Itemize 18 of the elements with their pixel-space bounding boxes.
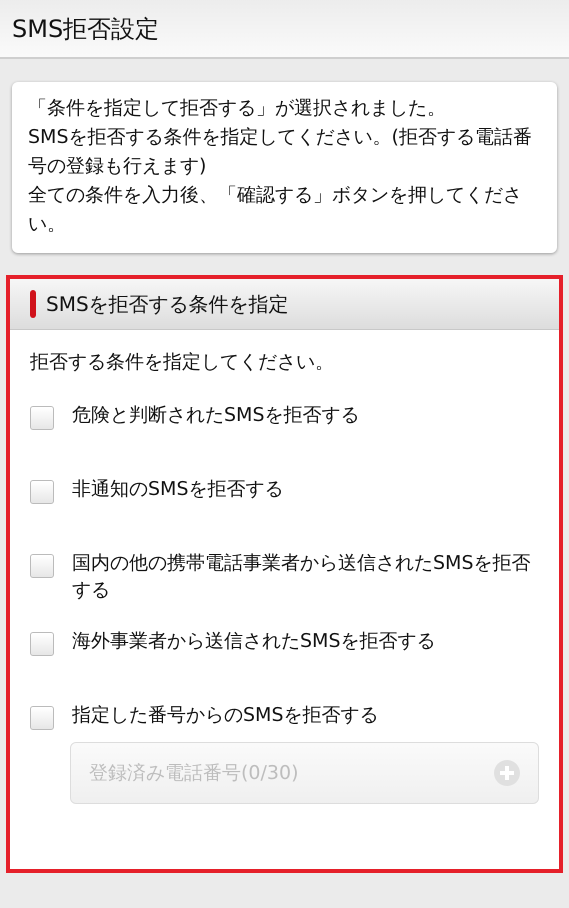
notice-text: 「条件を指定して拒否する」が選択されました。 [28, 96, 447, 121]
checkbox[interactable] [30, 632, 54, 656]
page-title: SMS拒否設定 [12, 14, 160, 44]
option-label[interactable]: 国内の他の携帯電話事業者から送信されたSMSを拒否する [72, 550, 539, 604]
checkbox[interactable] [30, 406, 54, 430]
notice-text: 全ての条件を入力後、「確認する」ボタンを押してください。 [28, 183, 523, 237]
instruction-text: 拒否する条件を指定してください。 [30, 350, 335, 375]
option-label[interactable]: 海外事業者から送信されたSMSを拒否する [72, 628, 436, 655]
option-label[interactable]: 指定した番号からのSMSを拒否する [72, 702, 379, 729]
checkbox[interactable] [30, 480, 54, 504]
option-label[interactable]: 危険と判断されたSMSを拒否する [72, 402, 360, 429]
checkbox[interactable] [30, 554, 54, 578]
option-label[interactable]: 非通知のSMSを拒否する [72, 476, 284, 503]
checkbox[interactable] [30, 706, 54, 730]
accent-bar [30, 290, 36, 318]
plus-icon [494, 760, 520, 786]
section-title: SMSを拒否する条件を指定 [46, 290, 289, 318]
notice-text: SMSを拒否する条件を指定してください。(拒否する電話番号の登録も行えます) [28, 125, 533, 179]
